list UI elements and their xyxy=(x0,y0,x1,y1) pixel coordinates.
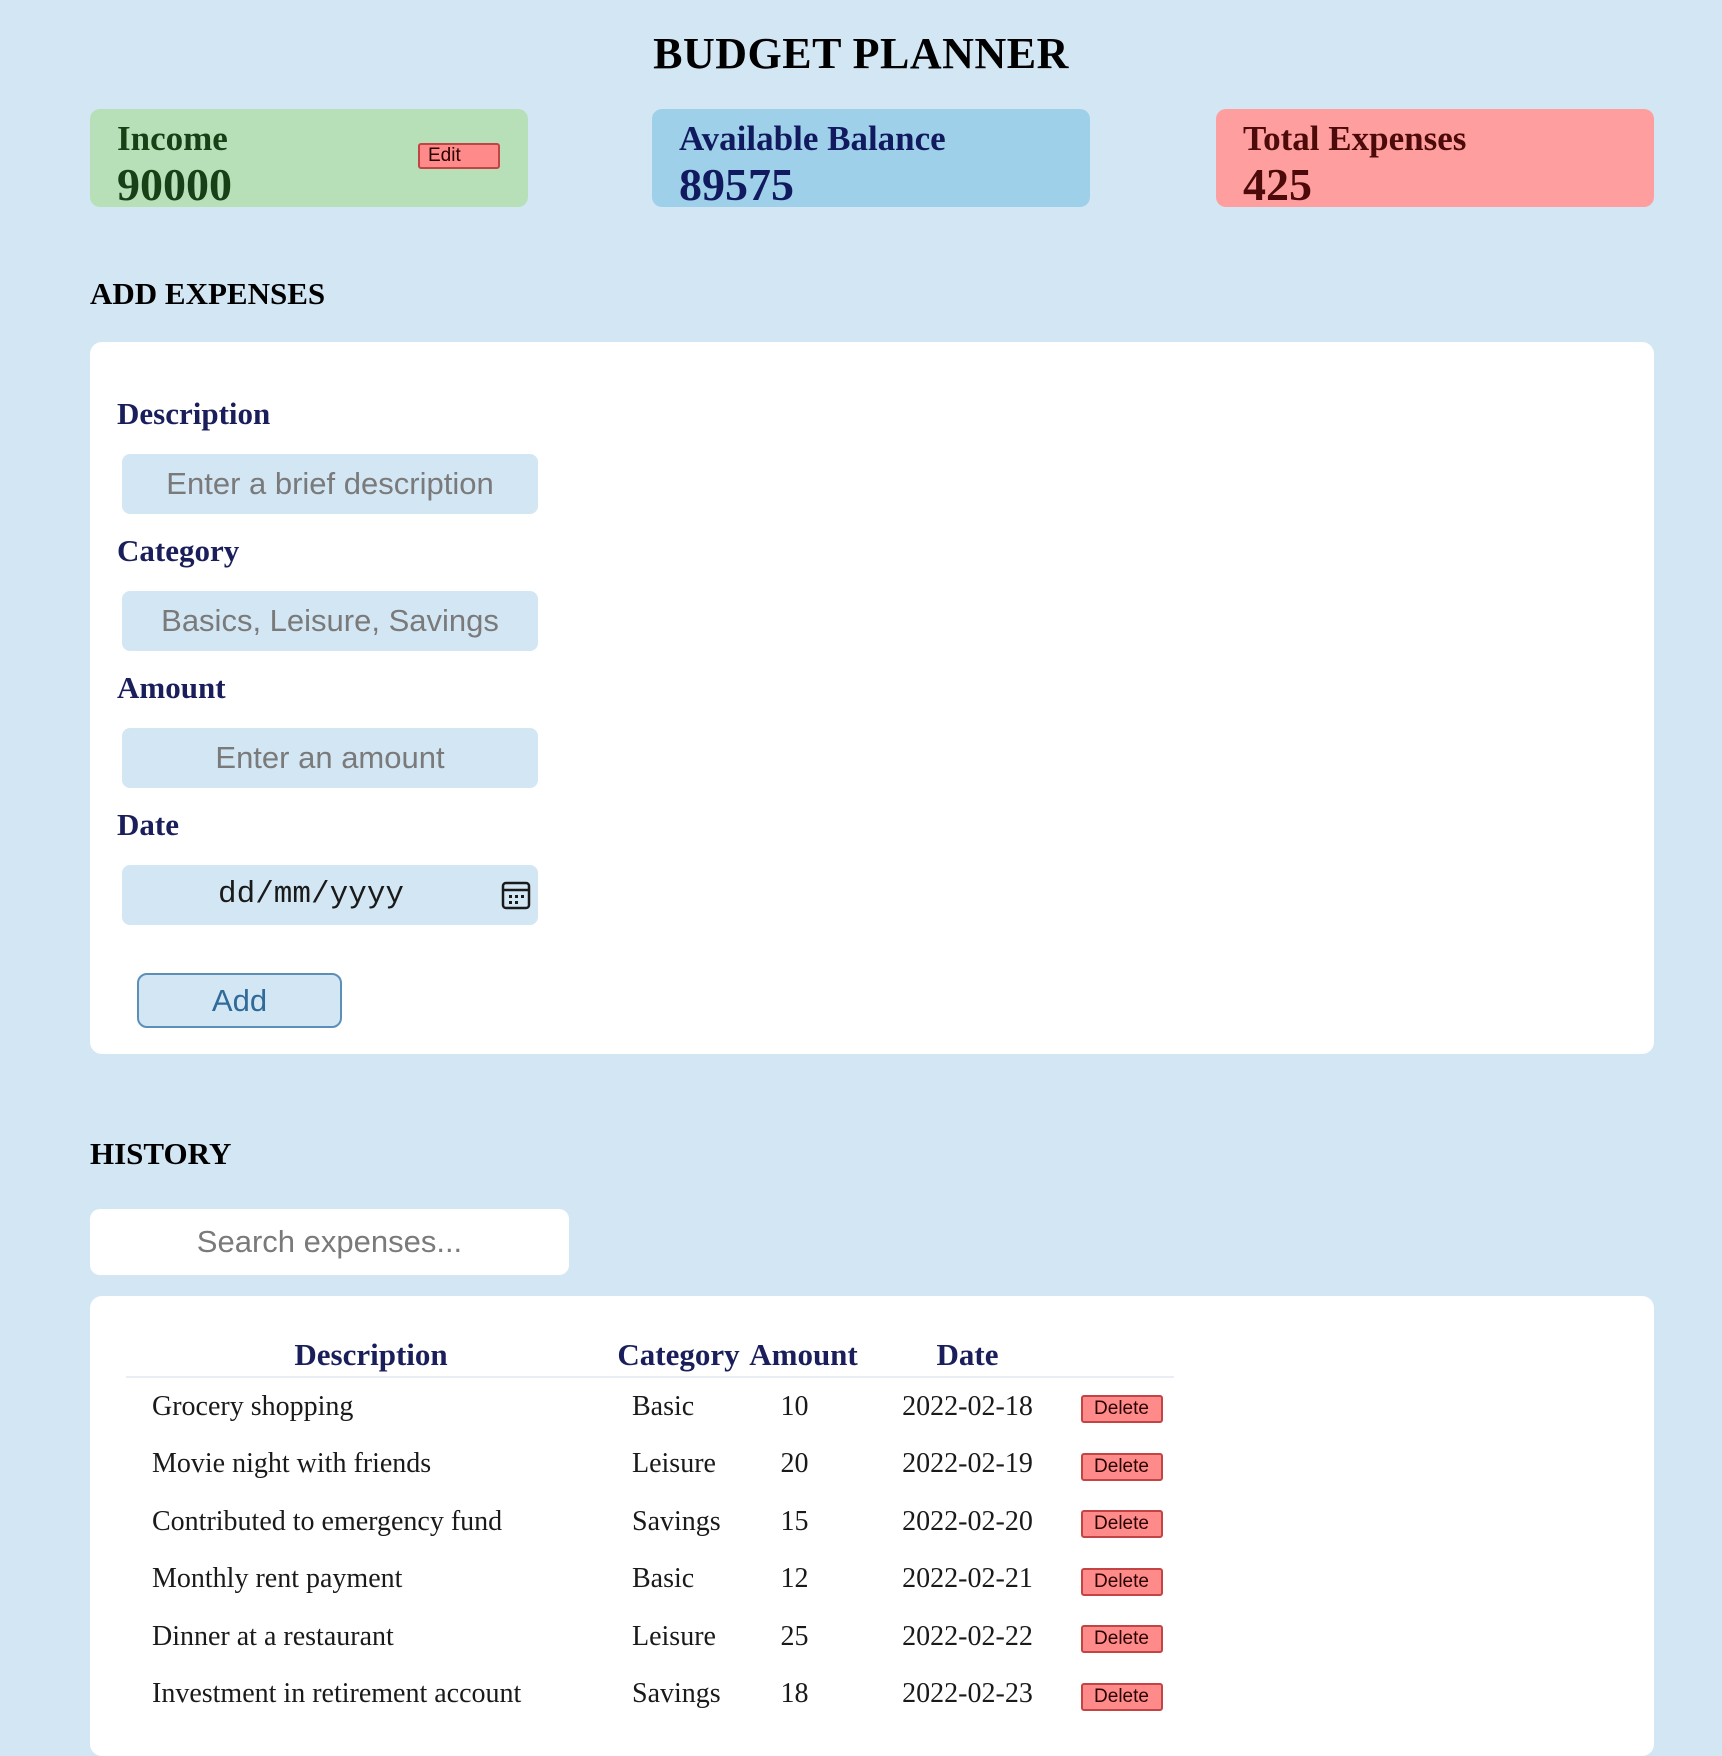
row-amount: 15 xyxy=(780,1505,809,1537)
add-expenses-form: Description Category Amount Date dd/mm/y… xyxy=(90,342,1654,1054)
row-category: Savings xyxy=(632,1505,721,1537)
row-actions: Delete xyxy=(1069,1666,1174,1724)
row-description: Investment in retirement account xyxy=(152,1678,522,1710)
add-expense-button[interactable]: Add xyxy=(137,973,342,1028)
income-value: 90000 xyxy=(117,159,232,210)
row-amount: 20 xyxy=(780,1448,809,1480)
page-title: BUDGET PLANNER xyxy=(653,29,1069,78)
calendar-icon[interactable] xyxy=(500,879,532,911)
column-header-description: Description xyxy=(126,1334,616,1378)
expenses-label: Total Expenses xyxy=(1243,119,1467,158)
description-label: Description xyxy=(117,396,271,431)
row-amount: 18 xyxy=(780,1678,809,1710)
amount-input[interactable] xyxy=(122,728,538,788)
row-description: Movie night with friends xyxy=(152,1448,432,1480)
column-header-actions xyxy=(1069,1334,1174,1378)
date-placeholder: dd/mm/yyyy xyxy=(218,877,405,912)
row-description: Grocery shopping xyxy=(152,1390,354,1422)
row-category: Basic xyxy=(632,1390,695,1422)
row-description: Contributed to emergency fund xyxy=(152,1505,503,1537)
delete-button[interactable]: Delete xyxy=(1080,1682,1163,1711)
row-category: Savings xyxy=(632,1678,721,1710)
history-table: Description Category Amount Date Grocery… xyxy=(126,1334,1174,1723)
income-card: Income 90000 Edit xyxy=(90,109,528,210)
date-input[interactable]: dd/mm/yyyy xyxy=(122,865,538,925)
delete-button[interactable]: Delete xyxy=(1080,1452,1163,1481)
row-actions: Delete xyxy=(1069,1436,1174,1494)
table-row: Movie night with friends Leisure 20 2022… xyxy=(126,1436,1174,1494)
row-actions: Delete xyxy=(1069,1493,1174,1551)
table-row: Grocery shopping Basic 10 2022-02-18 Del… xyxy=(126,1377,1174,1436)
history-panel: Description Category Amount Date Grocery… xyxy=(90,1296,1654,1756)
row-description: Dinner at a restaurant xyxy=(152,1620,394,1652)
table-header-row: Description Category Amount Date xyxy=(126,1334,1174,1378)
delete-button[interactable]: Delete xyxy=(1080,1567,1163,1596)
expenses-card: Total Expenses 425 xyxy=(1216,109,1654,210)
delete-button[interactable]: Delete xyxy=(1080,1395,1163,1424)
edit-income-button[interactable]: Edit xyxy=(418,143,500,169)
row-amount: 25 xyxy=(780,1620,809,1652)
search-input[interactable] xyxy=(90,1209,569,1275)
table-row: Dinner at a restaurant Leisure 25 2022-0… xyxy=(126,1608,1174,1666)
row-category: Leisure xyxy=(632,1448,716,1480)
row-amount: 12 xyxy=(780,1563,809,1595)
date-label: Date xyxy=(117,807,179,842)
row-actions: Delete xyxy=(1069,1608,1174,1666)
table-row: Monthly rent payment Basic 12 2022-02-21… xyxy=(126,1551,1174,1609)
row-description: Monthly rent payment xyxy=(152,1563,403,1595)
delete-button[interactable]: Delete xyxy=(1080,1625,1163,1654)
expenses-value: 425 xyxy=(1243,159,1312,210)
row-date: 2022-02-20 xyxy=(902,1505,1033,1537)
row-date: 2022-02-18 xyxy=(902,1390,1033,1422)
balance-label: Available Balance xyxy=(679,119,946,158)
balance-card: Available Balance 89575 xyxy=(652,109,1090,210)
amount-label: Amount xyxy=(117,670,226,705)
row-category: Leisure xyxy=(632,1620,716,1652)
column-header-date: Date xyxy=(866,1334,1069,1378)
row-date: 2022-02-22 xyxy=(902,1620,1033,1652)
row-amount: 10 xyxy=(780,1390,809,1422)
row-category: Basic xyxy=(632,1563,695,1595)
row-date: 2022-02-23 xyxy=(902,1678,1033,1710)
table-row: Contributed to emergency fund Savings 15… xyxy=(126,1493,1174,1551)
category-input[interactable] xyxy=(122,591,538,651)
row-date: 2022-02-21 xyxy=(902,1563,1033,1595)
description-input[interactable] xyxy=(122,454,538,514)
balance-value: 89575 xyxy=(679,159,794,210)
income-label: Income xyxy=(117,119,228,158)
column-header-amount: Amount xyxy=(741,1334,866,1378)
table-row: Investment in retirement account Savings… xyxy=(126,1666,1174,1724)
row-actions: Delete xyxy=(1069,1377,1174,1436)
row-actions: Delete xyxy=(1069,1551,1174,1609)
delete-button[interactable]: Delete xyxy=(1080,1510,1163,1539)
row-date: 2022-02-19 xyxy=(902,1448,1033,1480)
column-header-category: Category xyxy=(616,1334,741,1378)
history-heading: HISTORY xyxy=(90,1136,232,1171)
category-label: Category xyxy=(117,533,240,568)
add-expenses-heading: ADD EXPENSES xyxy=(90,276,326,311)
